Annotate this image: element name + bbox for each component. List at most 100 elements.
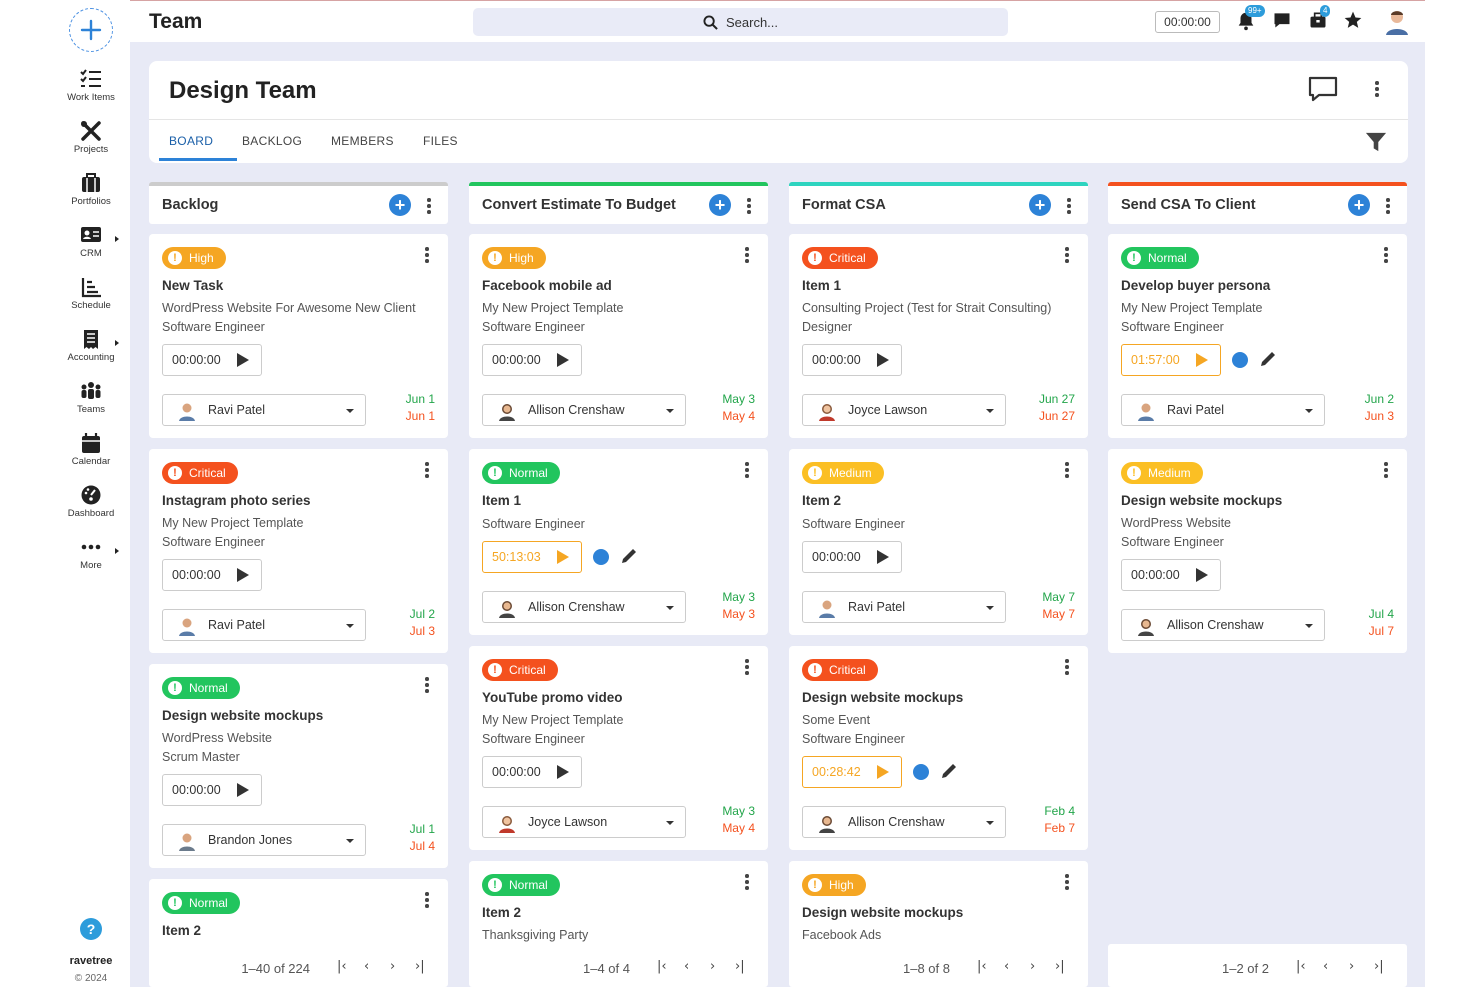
task-card[interactable]: Normal Develop buyer persona My New Proj… <box>1108 234 1407 438</box>
tab-members[interactable]: MEMBERS <box>331 134 394 148</box>
check-icon[interactable] <box>1232 352 1248 368</box>
card-menu-kebab-icon[interactable] <box>1065 462 1069 478</box>
play-icon[interactable] <box>237 568 249 582</box>
prev-page-icon[interactable]: ‹ <box>1323 959 1328 974</box>
column-menu-kebab-icon[interactable] <box>1067 198 1071 214</box>
play-icon[interactable] <box>237 353 249 367</box>
sidebar-item-work-items[interactable]: Work Items <box>55 68 127 118</box>
play-icon[interactable] <box>1196 353 1208 367</box>
task-card[interactable]: Medium Item 2 Software Engineer 00:00:00… <box>789 449 1088 635</box>
tab-files[interactable]: FILES <box>423 134 458 148</box>
messages-button[interactable] <box>1272 10 1296 34</box>
task-card[interactable]: High New Task WordPress Website For Awes… <box>149 234 448 438</box>
sidebar-item-dashboard[interactable]: Dashboard <box>55 484 127 534</box>
sidebar-item-projects[interactable]: Projects <box>55 120 127 170</box>
last-page-icon[interactable]: ›| <box>415 959 425 974</box>
assignee-select[interactable]: Joyce Lawson <box>802 394 1006 426</box>
pencil-icon[interactable] <box>940 762 958 780</box>
check-icon[interactable] <box>913 764 929 780</box>
last-page-icon[interactable]: ›| <box>1055 959 1065 974</box>
add-card-button[interactable]: + <box>709 194 731 216</box>
task-card[interactable]: Critical Instagram photo series My New P… <box>149 449 448 653</box>
play-icon[interactable] <box>557 550 569 564</box>
card-timer[interactable]: 00:00:00 <box>162 559 262 591</box>
notifications-button[interactable]: 99+ <box>1235 5 1265 34</box>
column-menu-kebab-icon[interactable] <box>1386 198 1390 214</box>
card-menu-kebab-icon[interactable] <box>1384 462 1388 478</box>
task-card[interactable]: Medium Design website mockups WordPress … <box>1108 449 1407 653</box>
page-menu-kebab-icon[interactable] <box>1375 81 1379 97</box>
first-page-icon[interactable]: |‹ <box>337 959 347 974</box>
prev-page-icon[interactable]: ‹ <box>1004 959 1009 974</box>
column-menu-kebab-icon[interactable] <box>747 198 751 214</box>
next-page-icon[interactable]: › <box>1349 959 1354 974</box>
sidebar-item-calendar[interactable]: Calendar <box>55 432 127 482</box>
sidebar-item-more[interactable]: More <box>55 536 127 586</box>
card-menu-kebab-icon[interactable] <box>425 462 429 478</box>
assignee-select[interactable]: Allison Crenshaw <box>482 591 686 623</box>
card-menu-kebab-icon[interactable] <box>1065 874 1069 890</box>
last-page-icon[interactable]: ›| <box>1374 959 1384 974</box>
play-icon[interactable] <box>557 353 569 367</box>
task-card[interactable]: Normal Item 2 <box>149 879 448 949</box>
task-card[interactable]: Normal Design website mockups WordPress … <box>149 664 448 868</box>
card-timer[interactable]: 00:28:42 <box>802 756 902 788</box>
prev-page-icon[interactable]: ‹ <box>684 959 689 974</box>
global-timer[interactable]: 00:00:00 <box>1155 11 1220 33</box>
add-button[interactable] <box>69 8 113 52</box>
help-icon[interactable]: ? <box>80 918 102 940</box>
play-icon[interactable] <box>877 765 889 779</box>
prev-page-icon[interactable]: ‹ <box>364 959 369 974</box>
task-card[interactable]: Normal Item 2 Thanksgiving Party <box>469 861 768 951</box>
card-timer[interactable]: 00:00:00 <box>802 541 902 573</box>
pencil-icon[interactable] <box>1259 350 1277 368</box>
task-card[interactable]: Critical Design website mockups Some Eve… <box>789 646 1088 850</box>
first-page-icon[interactable]: |‹ <box>977 959 987 974</box>
card-menu-kebab-icon[interactable] <box>1065 659 1069 675</box>
card-menu-kebab-icon[interactable] <box>745 659 749 675</box>
card-timer[interactable]: 00:00:00 <box>162 344 262 376</box>
card-menu-kebab-icon[interactable] <box>1065 247 1069 263</box>
task-card[interactable]: Normal Item 1 Software Engineer 50:13:03… <box>469 449 768 635</box>
card-timer[interactable]: 50:13:03 <box>482 541 582 573</box>
first-page-icon[interactable]: |‹ <box>1296 959 1306 974</box>
play-icon[interactable] <box>877 353 889 367</box>
task-card[interactable]: Critical YouTube promo video My New Proj… <box>469 646 768 850</box>
add-card-button[interactable]: + <box>1029 194 1051 216</box>
user-avatar[interactable] <box>1383 7 1413 37</box>
card-timer[interactable]: 01:57:00 <box>1121 344 1221 376</box>
next-page-icon[interactable]: › <box>710 959 715 974</box>
assignee-select[interactable]: Allison Crenshaw <box>1121 609 1325 641</box>
comment-icon[interactable] <box>1307 75 1339 103</box>
card-menu-kebab-icon[interactable] <box>745 462 749 478</box>
tab-backlog[interactable]: BACKLOG <box>242 134 302 148</box>
card-menu-kebab-icon[interactable] <box>425 247 429 263</box>
card-menu-kebab-icon[interactable] <box>745 874 749 890</box>
play-icon[interactable] <box>557 765 569 779</box>
card-timer[interactable]: 00:00:00 <box>482 344 582 376</box>
add-card-button[interactable]: + <box>389 194 411 216</box>
assignee-select[interactable]: Ravi Patel <box>162 609 366 641</box>
assignee-select[interactable]: Allison Crenshaw <box>482 394 686 426</box>
sidebar-item-portfolios[interactable]: Portfolios <box>55 172 127 222</box>
play-icon[interactable] <box>877 550 889 564</box>
assignee-select[interactable]: Ravi Patel <box>1121 394 1325 426</box>
assignee-select[interactable]: Joyce Lawson <box>482 806 686 838</box>
tab-board[interactable]: BOARD <box>169 134 213 148</box>
card-menu-kebab-icon[interactable] <box>425 677 429 693</box>
briefcase-button[interactable]: 4 <box>1308 5 1332 34</box>
sidebar-item-schedule[interactable]: Schedule <box>55 276 127 326</box>
card-timer[interactable]: 00:00:00 <box>1121 559 1221 591</box>
sidebar-item-accounting[interactable]: Accounting <box>55 328 127 378</box>
next-page-icon[interactable]: › <box>390 959 395 974</box>
card-timer[interactable]: 00:00:00 <box>482 756 582 788</box>
card-timer[interactable]: 00:00:00 <box>162 774 262 806</box>
assignee-select[interactable]: Ravi Patel <box>162 394 366 426</box>
next-page-icon[interactable]: › <box>1030 959 1035 974</box>
card-menu-kebab-icon[interactable] <box>425 892 429 908</box>
pencil-icon[interactable] <box>620 547 638 565</box>
card-menu-kebab-icon[interactable] <box>745 247 749 263</box>
assignee-select[interactable]: Allison Crenshaw <box>802 806 1006 838</box>
play-icon[interactable] <box>1196 568 1208 582</box>
task-card[interactable]: High Facebook mobile ad My New Project T… <box>469 234 768 438</box>
